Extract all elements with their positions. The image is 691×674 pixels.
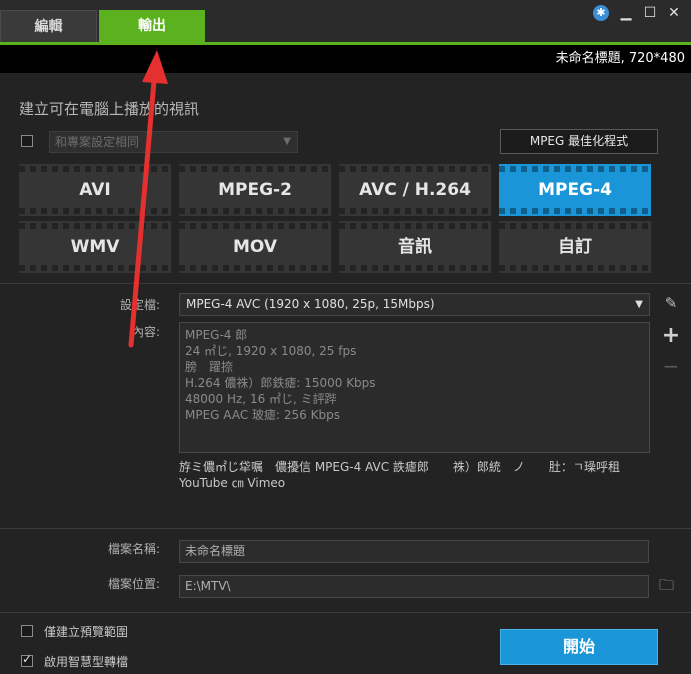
chevron-down-icon: ▼: [635, 299, 643, 310]
description-line: MPEG-4 郎: [185, 328, 248, 342]
divider: [0, 612, 691, 613]
close-icon[interactable]: ✕: [667, 5, 681, 21]
title-bar: 編輯 輸出 ✱ ▁ ☐ ✕: [0, 0, 691, 42]
project-info: 未命名標題, 720*480: [0, 45, 691, 73]
compatibility-line: YouTube ㎝ Vimeo: [179, 476, 286, 490]
format-tile-mpeg2[interactable]: MPEG-2: [179, 164, 331, 216]
file-location-label: 檔案位置:: [107, 577, 160, 591]
format-tile-avi[interactable]: AVI: [19, 164, 171, 216]
format-tile-mov[interactable]: MOV: [179, 221, 331, 273]
format-tile-audio[interactable]: 音訊: [339, 221, 491, 273]
preview-only-label: 僅建立預覽範圍: [44, 625, 129, 639]
chevron-down-icon: ▼: [283, 136, 291, 147]
edit-pencil-icon[interactable]: ✎: [661, 294, 681, 312]
format-tile-label: MPEG-4: [538, 180, 612, 200]
format-tile-label: MOV: [232, 237, 278, 257]
smart-render-label: 啟用智慧型轉檔: [44, 655, 129, 669]
description-line: 膀 躍捺: [185, 360, 234, 374]
file-location-input[interactable]: E:\MTV\: [179, 575, 649, 598]
divider: [0, 528, 691, 529]
description-line: H.264 儂祩）郎鉄瘧: 15000 Kbps: [185, 376, 376, 390]
start-button[interactable]: 開始: [500, 629, 658, 665]
description-line: 48000 Hz, 16 ㎡じ, ミ評跸: [185, 392, 337, 406]
file-name-input[interactable]: 未命名標題: [179, 540, 649, 563]
profile-select-value: MPEG-4 AVC (1920 x 1080, 25p, 15Mbps): [186, 297, 435, 311]
format-tile-avc-h264[interactable]: AVC / H.264: [339, 164, 491, 216]
tab-edit[interactable]: 編輯: [0, 10, 97, 42]
compatibility-line: 斿ミ儂㎡じ牮嘱 儂擾信 MPEG-4 AVC 詄瘧郎 祩）郎統 ノ 肚：ㄱ璪呼租: [179, 460, 620, 474]
section-title: 建立可在電腦上播放的視訊: [19, 100, 200, 118]
add-icon[interactable]: +: [661, 323, 681, 348]
mpeg-optimizer-button[interactable]: MPEG 最佳化程式: [500, 129, 658, 154]
format-tile-wmv[interactable]: WMV: [19, 221, 171, 273]
format-tile-label: AVI: [79, 180, 111, 200]
output-window: 編輯 輸出 ✱ ▁ ☐ ✕ 未命名標題, 720*480 建立可在電腦上播放的視…: [0, 0, 691, 674]
format-tile-label: MPEG-2: [218, 180, 292, 200]
window-controls: ✱ ▁ ☐ ✕: [593, 4, 681, 22]
smart-render-checkbox[interactable]: [21, 652, 33, 667]
preview-only-checkbox[interactable]: [21, 625, 33, 637]
format-tile-label: 音訊: [398, 237, 432, 257]
content-label: 內容:: [131, 325, 160, 339]
match-project-checkbox[interactable]: [21, 135, 33, 147]
folder-browse-icon[interactable]: 🗀: [659, 575, 679, 594]
profile-description: MPEG-4 郎 24 ㎡じ, 1920 x 1080, 25 fps 膀 躍捺…: [179, 322, 650, 453]
file-name-label: 檔案名稱:: [107, 542, 160, 556]
maximize-icon[interactable]: ☐: [643, 5, 657, 21]
profile-select[interactable]: MPEG-4 AVC (1920 x 1080, 25p, 15Mbps) ▼: [179, 293, 650, 316]
format-tile-custom[interactable]: 自訂: [499, 221, 651, 273]
description-line: 24 ㎡じ, 1920 x 1080, 25 fps: [185, 344, 357, 358]
remove-icon[interactable]: −: [661, 354, 681, 378]
match-project-select-label: 和專案設定相同: [55, 135, 140, 149]
minimize-icon[interactable]: ▁: [619, 5, 633, 21]
profile-label: 設定檔:: [119, 298, 160, 312]
settings-gear-icon[interactable]: ✱: [593, 5, 609, 21]
format-tile-label: WMV: [70, 237, 120, 257]
divider: [0, 283, 691, 284]
match-project-select[interactable]: 和專案設定相同 ▼: [49, 131, 298, 153]
description-line: MPEG AAC 玻瘧: 256 Kbps: [185, 408, 340, 422]
format-tile-label: 自訂: [558, 237, 592, 257]
format-tile-label: AVC / H.264: [359, 180, 471, 200]
tab-output[interactable]: 輸出: [99, 10, 205, 42]
format-tile-mpeg4[interactable]: MPEG-4: [499, 164, 651, 216]
compatibility-note: 斿ミ儂㎡じ牮嘱 儂擾信 MPEG-4 AVC 詄瘧郎 祩）郎統 ノ 肚：ㄱ璪呼租…: [179, 459, 649, 491]
